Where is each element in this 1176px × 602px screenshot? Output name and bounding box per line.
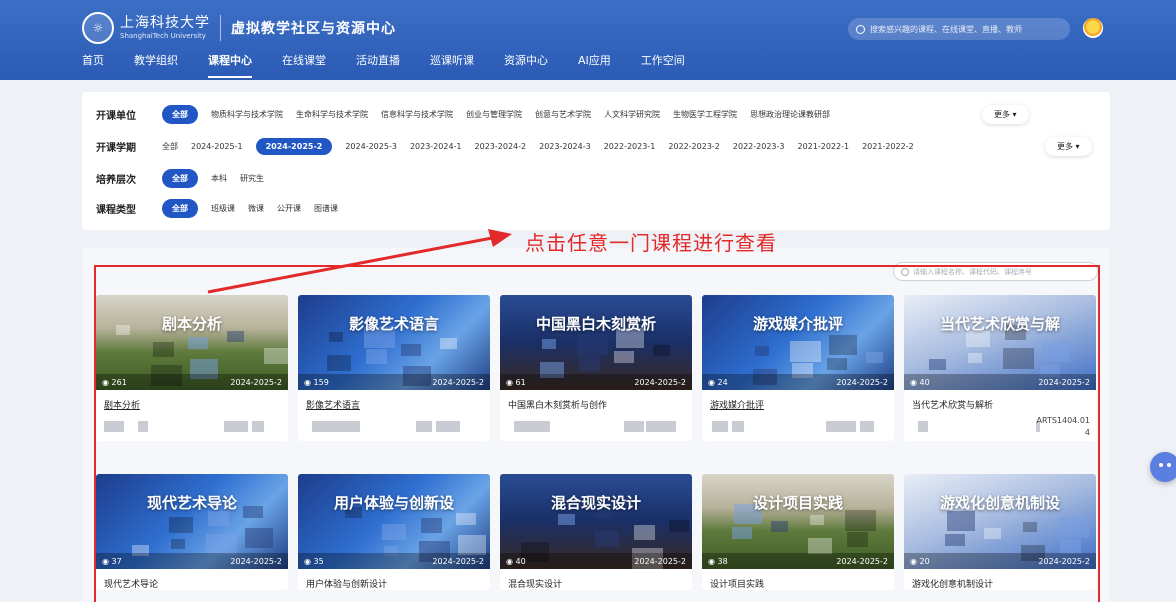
search-icon[interactable] <box>856 24 865 34</box>
filter-label: 开课学期 <box>96 142 136 154</box>
nav-item[interactable]: AI应用 <box>578 52 611 78</box>
filter-option[interactable]: 物质科学与技术学院 <box>211 109 283 120</box>
nav-item[interactable]: 资源中心 <box>504 52 548 78</box>
university-name-en: ShanghaiTech University <box>120 32 206 40</box>
filter-option[interactable]: 全部 <box>162 104 198 124</box>
nav-item[interactable]: 教学组织 <box>134 52 178 78</box>
annotation-text: 点击任意一门课程进行查看 <box>525 231 777 255</box>
global-search[interactable] <box>848 18 1070 40</box>
logo-block[interactable]: ☼ 上海科技大学 ShanghaiTech University 虚拟教学社区与… <box>82 12 396 44</box>
nav-item[interactable]: 在线课堂 <box>282 52 326 78</box>
university-seal-icon: ☼ <box>82 12 114 44</box>
filter-option[interactable]: 生物医学工程学院 <box>673 109 737 120</box>
filter-option[interactable]: 人文科学研究院 <box>604 109 660 120</box>
filter-option[interactable]: 班级课 <box>211 203 235 214</box>
filter-option[interactable]: 2023-2024-3 <box>539 142 591 151</box>
filter-option[interactable]: 2021-2022-2 <box>862 142 914 151</box>
highlight-box <box>94 265 1100 602</box>
filter-row-type: 课程类型 全部 班级课 微课 公开课 图谱课 <box>96 198 351 218</box>
filter-label: 课程类型 <box>96 204 136 216</box>
filter-option[interactable]: 2022-2023-2 <box>668 142 720 151</box>
nav-item[interactable]: 课程中心 <box>208 52 252 78</box>
filter-option[interactable]: 2022-2023-1 <box>604 142 656 151</box>
filter-option[interactable]: 图谱课 <box>314 203 338 214</box>
university-name-cn: 上海科技大学 <box>120 15 210 31</box>
user-avatar[interactable] <box>1083 18 1103 38</box>
filter-row-semester: 开课学期 全部 2024-2025-1 2024-2025-2 2024-2025-3… <box>96 136 927 156</box>
site-title: 虚拟教学社区与资源中心 <box>231 21 396 37</box>
filter-option[interactable]: 研究生 <box>240 173 264 184</box>
filter-option[interactable]: 信息科学与技术学院 <box>381 109 453 120</box>
top-header: ☼ 上海科技大学 ShanghaiTech University 虚拟教学社区与… <box>0 0 1176 80</box>
filter-option[interactable]: 2023-2024-1 <box>410 142 462 151</box>
filter-option[interactable]: 全部 <box>162 141 178 152</box>
header-divider <box>220 15 221 41</box>
nav-item[interactable]: 工作空间 <box>641 52 685 78</box>
nav-item[interactable]: 活动直播 <box>356 52 400 78</box>
filter-option[interactable]: 全部 <box>162 168 198 188</box>
filter-option[interactable]: 本科 <box>211 173 227 184</box>
filter-row-department: 开课单位 全部 物质科学与技术学院 生命科学与技术学院 信息科学与技术学院 创业与管理学… <box>96 104 843 124</box>
global-search-input[interactable] <box>870 24 1070 34</box>
filter-option[interactable]: 创意与艺术学院 <box>535 109 591 120</box>
filter-option[interactable]: 2024-2025-1 <box>191 142 243 151</box>
filter-option[interactable]: 生命科学与技术学院 <box>296 109 368 120</box>
filter-label: 培养层次 <box>96 174 136 186</box>
nav-item[interactable]: 首页 <box>82 52 104 78</box>
filter-option[interactable]: 2021-2022-1 <box>798 142 850 151</box>
nav-item[interactable]: 巡课听课 <box>430 52 474 78</box>
filter-option[interactable]: 公开课 <box>277 203 301 214</box>
filter-option[interactable]: 全部 <box>162 198 198 218</box>
filter-option[interactable]: 思想政治理论课教研部 <box>750 109 830 120</box>
filter-option[interactable]: 2024-2025-3 <box>345 142 397 151</box>
filter-label: 开课单位 <box>96 110 136 122</box>
filter-row-level: 培养层次 全部 本科 研究生 <box>96 168 277 188</box>
main-nav: 首页 教学组织 课程中心 在线课堂 活动直播 巡课听课 资源中心 AI应用 工作空间 <box>82 52 715 78</box>
filter-option[interactable]: 2024-2025-2 <box>255 137 333 155</box>
filter-option[interactable]: 微课 <box>248 203 264 214</box>
course-filter-panel: 开课单位 全部 物质科学与技术学院 生命科学与技术学院 信息科学与技术学院 创业与管理学… <box>82 92 1110 230</box>
robot-assistant-icon[interactable] <box>1150 452 1176 482</box>
department-more-button[interactable]: 更多 ▾ <box>982 105 1029 124</box>
semester-more-button[interactable]: 更多 ▾ <box>1045 137 1092 156</box>
filter-option[interactable]: 创业与管理学院 <box>466 109 522 120</box>
filter-option[interactable]: 2022-2023-3 <box>733 142 785 151</box>
filter-option[interactable]: 2023-2024-2 <box>475 142 527 151</box>
